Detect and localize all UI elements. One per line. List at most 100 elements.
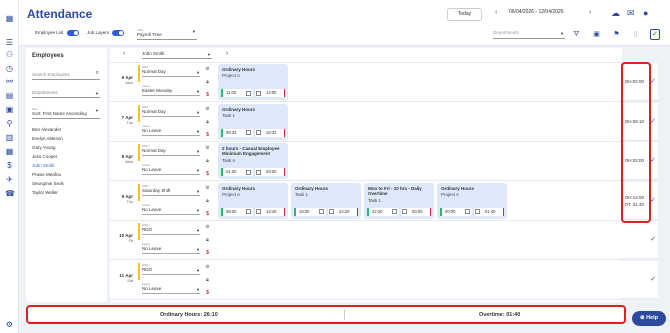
- lock-icon[interactable]: 🔒︎: [204, 237, 211, 243]
- prev-employee-icon[interactable]: ‹: [123, 50, 125, 57]
- time-entry-card[interactable]: Mon to Fri - 10 hrs - Daily Overtime Task…: [364, 182, 434, 219]
- flag-icon[interactable]: ⚑: [612, 30, 621, 39]
- time-entry-card[interactable]: Ordinary Hours Project A 00:00 01:40: [437, 182, 507, 219]
- approve-check-icon[interactable]: ✓: [650, 156, 656, 164]
- prev-week-icon[interactable]: ‹: [495, 9, 497, 16]
- next-week-icon[interactable]: ›: [589, 9, 591, 16]
- location-icon[interactable]: ⚲: [5, 119, 14, 128]
- no-break-icon[interactable]: ⊘: [204, 264, 211, 270]
- end-time[interactable]: 16:43: [255, 128, 285, 137]
- approve-check-icon[interactable]: ✓: [650, 196, 656, 204]
- end-time[interactable]: 03:00: [255, 168, 285, 176]
- leave-select[interactable]: Leave No Leave ▼: [142, 163, 200, 175]
- end-time[interactable]: 01:40: [474, 207, 504, 216]
- shift-select[interactable]: Shift * Saturday Shift ▼: [142, 184, 200, 196]
- list-icon[interactable]: ☰: [5, 38, 14, 47]
- employee-item-selected[interactable]: John Smith: [32, 163, 55, 168]
- job-layers-toggle[interactable]: [112, 30, 124, 36]
- no-break-icon[interactable]: ⊘: [204, 145, 211, 151]
- approve-check-icon[interactable]: ✓: [650, 77, 656, 85]
- cloud-icon[interactable]: ☁: [611, 8, 620, 19]
- end-checkbox[interactable]: [329, 209, 334, 214]
- org-chart-icon[interactable]: ⚯: [5, 77, 14, 86]
- end-checkbox[interactable]: [256, 130, 261, 135]
- no-break-icon[interactable]: ⊘: [204, 106, 211, 112]
- employee-item[interactable]: Prasie Meafou: [32, 172, 61, 177]
- leave-select[interactable]: Leave No Leave ▼: [142, 124, 200, 136]
- next-employee-icon[interactable]: ›: [226, 50, 228, 57]
- dollar-icon[interactable]: $: [5, 161, 14, 170]
- user-card-icon[interactable]: ▣: [5, 105, 14, 114]
- employee-select[interactable]: John Smith ▼: [142, 51, 212, 59]
- end-checkbox[interactable]: [475, 209, 480, 214]
- time-entry-card[interactable]: 2 hours - Casual Employee Minimum Engage…: [218, 143, 288, 179]
- start-time[interactable]: 18:00: [294, 207, 326, 216]
- start-time[interactable]: 01:00: [221, 168, 253, 176]
- inbox-icon[interactable]: ✉: [627, 8, 635, 19]
- no-break-icon[interactable]: ⊘: [204, 66, 211, 72]
- start-time[interactable]: 11:00: [221, 89, 253, 97]
- people-icon[interactable]: ⚇: [5, 50, 14, 59]
- calendar-icon[interactable]: ▦: [5, 147, 14, 156]
- time-entry-card[interactable]: Ordinary Hours Project A 11:00 13:00: [218, 64, 288, 100]
- allowance-icon[interactable]: $: [204, 171, 211, 177]
- allowance-icon[interactable]: $: [204, 132, 211, 138]
- start-time[interactable]: 08:33: [221, 128, 253, 137]
- shift-select[interactable]: Shift * Normal Day ▼: [142, 105, 200, 117]
- departments-select[interactable]: Departments ▼: [493, 30, 565, 39]
- start-checkbox[interactable]: [246, 169, 251, 175]
- start-time[interactable]: 08:00: [221, 207, 253, 216]
- lock-icon[interactable]: 🔒︎: [204, 119, 211, 125]
- lock-icon[interactable]: 🔒︎: [204, 158, 211, 164]
- start-checkbox[interactable]: [246, 130, 251, 135]
- today-button[interactable]: Today: [447, 8, 482, 21]
- view-select[interactable]: View Payroll Time ▼: [137, 28, 197, 40]
- employee-item[interactable]: Evelyn Ableson: [32, 136, 63, 141]
- shift-select[interactable]: Shift * Normal Day ▼: [142, 144, 200, 156]
- end-checkbox[interactable]: [256, 209, 261, 214]
- end-checkbox[interactable]: [256, 169, 261, 175]
- approve-check-icon[interactable]: ✓: [650, 117, 656, 125]
- start-checkbox[interactable]: [319, 209, 324, 214]
- employee-item[interactable]: Jess Cooper: [32, 154, 57, 159]
- employee-item[interactable]: Taylor Weller: [32, 190, 58, 195]
- no-break-icon[interactable]: ⊘: [204, 224, 211, 230]
- leave-select[interactable]: Leave No Leave ▼: [142, 242, 200, 254]
- clipboard-icon[interactable]: ▤: [5, 91, 14, 100]
- allowance-icon[interactable]: $: [204, 92, 211, 98]
- user-icon[interactable]: ●: [643, 8, 648, 18]
- time-entry-card[interactable]: Ordinary Hours Task 1 18:00 22:20: [291, 182, 361, 219]
- end-time[interactable]: 13:00: [255, 89, 285, 97]
- filter-icon[interactable]: ⛛: [572, 30, 581, 39]
- sort-select[interactable]: Sort Sort: First Name Ascending ▼: [32, 107, 100, 119]
- start-time[interactable]: 00:00: [440, 207, 472, 216]
- allowance-icon[interactable]: $: [204, 290, 211, 296]
- leave-select[interactable]: Leave No Leave ▼: [142, 203, 200, 215]
- shift-select[interactable]: Shift * RDO ▼: [142, 263, 200, 275]
- end-checkbox[interactable]: [256, 90, 261, 96]
- employee-item[interactable]: Ben Alexander: [32, 127, 61, 132]
- time-entry-card[interactable]: Ordinary Hours Project A 08:00 13:40: [218, 182, 288, 219]
- departments-filter[interactable]: Departments ▼: [32, 90, 100, 98]
- help-button[interactable]: ⊛ Help: [632, 311, 666, 326]
- time-entry-card[interactable]: Ordinary Hours Task 1 08:33 16:43: [218, 103, 288, 140]
- lock-icon[interactable]: 🔒︎: [204, 277, 211, 283]
- lock-icon[interactable]: 🔒︎: [204, 79, 211, 85]
- export-icon[interactable]: ▣: [592, 30, 601, 39]
- approve-check-icon[interactable]: ✓: [650, 235, 656, 243]
- employee-item[interactable]: Gary Young: [32, 145, 56, 150]
- trash-icon[interactable]: ▯: [631, 30, 640, 39]
- settings-icon[interactable]: ⚙: [5, 320, 14, 329]
- employee-search[interactable]: Search Employees ⌕: [32, 70, 100, 80]
- end-time[interactable]: 22:20: [328, 207, 358, 216]
- allowance-icon[interactable]: $: [204, 250, 211, 256]
- dashboard-icon[interactable]: ▦: [5, 14, 14, 23]
- employee-item[interactable]: Seungmin Seok: [32, 181, 64, 186]
- approve-check-icon[interactable]: ✓: [650, 275, 656, 283]
- end-time[interactable]: 00:00: [401, 207, 431, 216]
- leave-select[interactable]: Leave No Leave ▼: [142, 282, 200, 294]
- date-range[interactable]: 06/04/2026 - 12/04/2026: [509, 9, 564, 15]
- shift-select[interactable]: Shift * Normal Day ▼: [142, 65, 200, 77]
- building-icon[interactable]: ▥: [5, 133, 14, 142]
- start-checkbox[interactable]: [465, 209, 470, 214]
